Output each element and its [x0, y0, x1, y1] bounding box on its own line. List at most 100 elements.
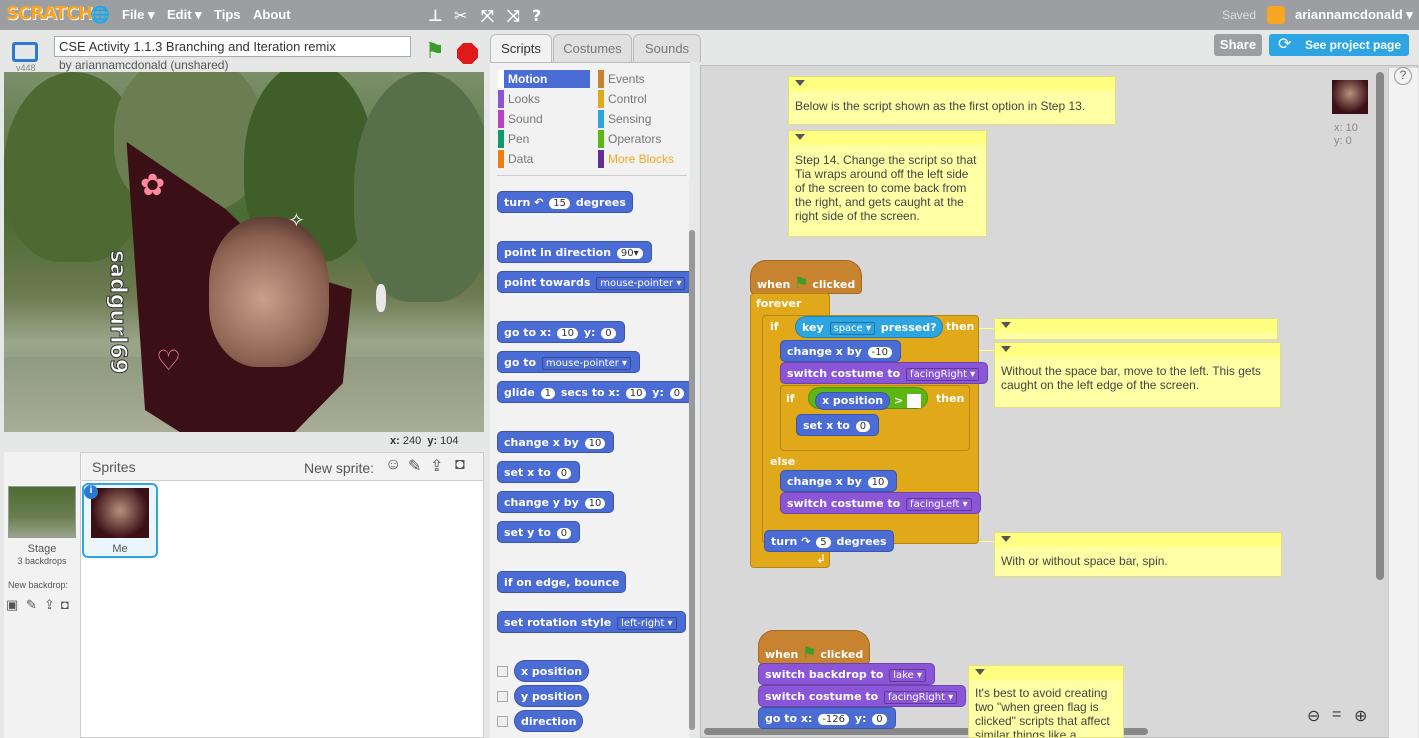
my-stuff-icon[interactable]: [1267, 6, 1285, 24]
switch-backdrop-block[interactable]: switch backdrop to lake ▾: [758, 663, 935, 685]
green-flag-icon: ⚑: [794, 273, 809, 292]
delete-scissors-icon[interactable]: ✂: [454, 6, 467, 25]
palette-set-y-block[interactable]: set y to 0: [497, 521, 581, 543]
camera-sprite-icon[interactable]: ◘: [455, 456, 465, 474]
stop-sign-icon[interactable]: [457, 43, 478, 64]
palette-glide-block[interactable]: glide 1 secs to x: 10 y: 0: [497, 381, 694, 403]
x-position-checkbox[interactable]: [497, 664, 514, 678]
comment-note-step14[interactable]: Step 14. Change the script so that Tia w…: [788, 130, 987, 237]
tab-sounds[interactable]: Sounds: [633, 34, 701, 62]
palette-y-position-reporter[interactable]: y position: [514, 685, 590, 707]
category-operators[interactable]: Operators: [598, 130, 661, 148]
palette-point-in-direction-block[interactable]: point in direction 90▾: [497, 241, 652, 263]
forever-label: forever: [756, 297, 802, 310]
set-x-to-0-block[interactable]: set x to 0: [796, 414, 880, 436]
stage-thumbnail[interactable]: [8, 486, 76, 538]
key-pressed-sensing-block[interactable]: key space ▾ pressed?: [795, 316, 944, 338]
category-pen[interactable]: Pen: [498, 130, 529, 148]
green-flag-icon[interactable]: ⚑: [425, 40, 445, 62]
menu-tips[interactable]: Tips: [214, 7, 241, 22]
stage-label: Stage: [27, 543, 57, 555]
x-position-reporter: x position: [815, 392, 891, 410]
greater-than-operator[interactable]: x position >: [808, 387, 928, 410]
when-flag-clicked-hat[interactable]: when ⚑ clicked: [750, 260, 863, 294]
switch-costume-block-2[interactable]: switch costume to facingRight ▾: [758, 685, 967, 707]
menu-about[interactable]: About: [253, 7, 291, 22]
menu-edit[interactable]: Edit ▾: [167, 7, 202, 23]
goto-xy-block-2[interactable]: go to x: -126 y: 0: [758, 707, 896, 729]
comment-note-avoid[interactable]: It's best to avoid creating two "when gr…: [968, 665, 1124, 738]
menu-file[interactable]: File ▾: [122, 7, 155, 23]
category-events[interactable]: Events: [598, 70, 645, 88]
category-sound[interactable]: Sound: [498, 110, 543, 128]
sprite-costume-text: sadgurl69: [105, 250, 131, 375]
then-label: then: [946, 320, 975, 333]
backdrop-count: 3 backdrops: [17, 556, 67, 566]
help-icon[interactable]: ?: [532, 6, 541, 25]
category-sensing[interactable]: Sensing: [598, 110, 651, 128]
palette-x-position-reporter[interactable]: x position: [514, 660, 590, 682]
new-sprite-label: New sprite:: [304, 460, 375, 476]
palette-direction-reporter[interactable]: direction: [514, 710, 584, 732]
zoom-reset-icon[interactable]: =: [1332, 706, 1341, 724]
palette-point-towards-block[interactable]: point towards mouse-pointer ▾: [497, 271, 695, 293]
help-icon-sidebar[interactable]: ?: [1394, 67, 1412, 85]
switch-costume-facing-left-block[interactable]: switch costume to facingLeft ▾: [780, 492, 981, 514]
change-x-by-neg10-block[interactable]: change x by -10: [780, 340, 901, 362]
choose-sprite-library-icon[interactable]: ☺: [385, 456, 401, 474]
share-button[interactable]: Share: [1214, 34, 1262, 56]
category-control[interactable]: Control: [598, 90, 647, 108]
comment-note-collapsed[interactable]: [994, 318, 1278, 340]
palette-set-x-block[interactable]: set x to 0: [497, 461, 581, 483]
backdrop-library-icon[interactable]: ▣: [6, 597, 18, 613]
palette-goto-xy-block[interactable]: go to x: 10 y: 0: [497, 321, 625, 343]
palette-scrollbar[interactable]: [689, 180, 695, 736]
category-motion[interactable]: Motion: [498, 70, 590, 88]
stage-canvas[interactable]: sadgurl69 ✿ ♡ ✧: [4, 72, 484, 432]
zoom-in-icon[interactable]: ⊕: [1354, 706, 1367, 726]
scratch-logo[interactable]: SCRATCH: [6, 3, 93, 25]
sprite-position-readout: x: 10 y: 0: [1334, 122, 1358, 147]
fullscreen-icon[interactable]: [12, 42, 38, 62]
when-flag-clicked-hat-2[interactable]: when ⚑ clicked: [758, 630, 871, 664]
palette-turn-block[interactable]: turn ↶ 15 degrees: [497, 191, 633, 213]
palette-change-y-block[interactable]: change y by 10: [497, 491, 615, 513]
palette-goto-block[interactable]: go to mouse-pointer ▾: [497, 351, 641, 373]
upload-backdrop-icon[interactable]: ⇪: [44, 597, 55, 613]
y-position-checkbox[interactable]: [497, 689, 514, 703]
tab-scripts[interactable]: Scripts: [490, 34, 552, 64]
account-menu[interactable]: ariannamcdonald ▾: [1295, 7, 1413, 23]
category-looks[interactable]: Looks: [498, 90, 540, 108]
paint-sprite-icon[interactable]: ✎: [408, 456, 421, 476]
zoom-out-icon[interactable]: ⊖: [1307, 706, 1320, 726]
comment-note-left-edge[interactable]: Without the space bar, move to the left.…: [994, 342, 1281, 408]
globe-icon[interactable]: 🌐: [90, 5, 110, 24]
paint-backdrop-icon[interactable]: ✎: [26, 597, 37, 613]
sprite-face-image: [209, 217, 329, 367]
category-data[interactable]: Data: [498, 150, 533, 168]
comment-link: [978, 328, 994, 329]
scripts-vertical-scrollbar[interactable]: [1376, 72, 1384, 580]
category-more-blocks[interactable]: More Blocks: [598, 150, 674, 168]
tab-costumes[interactable]: Costumes: [553, 34, 632, 62]
mouse-coordinates: x: 240 y: 104: [390, 435, 459, 447]
category-list: Motion Events Looks Control Sound Sensin…: [498, 69, 683, 173]
comment-note-step13[interactable]: Below is the script shown as the first o…: [788, 76, 1116, 125]
camera-backdrop-icon[interactable]: ◘: [61, 597, 69, 612]
project-title-field[interactable]: CSE Activity 1.1.3 Branching and Iterati…: [54, 36, 411, 57]
switch-costume-facing-right-block[interactable]: switch costume to facingRight ▾: [780, 362, 989, 384]
sprite-thumbnail: [91, 488, 149, 538]
comment-note-spin[interactable]: With or without space bar, spin.: [994, 532, 1282, 577]
palette-bounce-block[interactable]: if on edge, bounce: [497, 571, 627, 593]
palette-rotation-style-block[interactable]: set rotation style left-right ▾: [497, 611, 686, 633]
turn-5-degrees-block[interactable]: turn ↷ 5 degrees: [764, 530, 894, 552]
else-label: else: [770, 455, 796, 468]
sprite-info-icon[interactable]: i: [84, 485, 98, 499]
duplicate-stamp-icon[interactable]: ⊥: [428, 6, 443, 25]
grow-icon[interactable]: ⤧: [481, 6, 494, 26]
shrink-icon[interactable]: ⤨: [507, 6, 520, 26]
change-x-by-10-block[interactable]: change x by 10: [780, 470, 898, 492]
palette-change-x-block[interactable]: change x by 10: [497, 431, 615, 453]
direction-checkbox[interactable]: [497, 714, 514, 728]
upload-sprite-icon[interactable]: ⇪: [430, 456, 443, 476]
